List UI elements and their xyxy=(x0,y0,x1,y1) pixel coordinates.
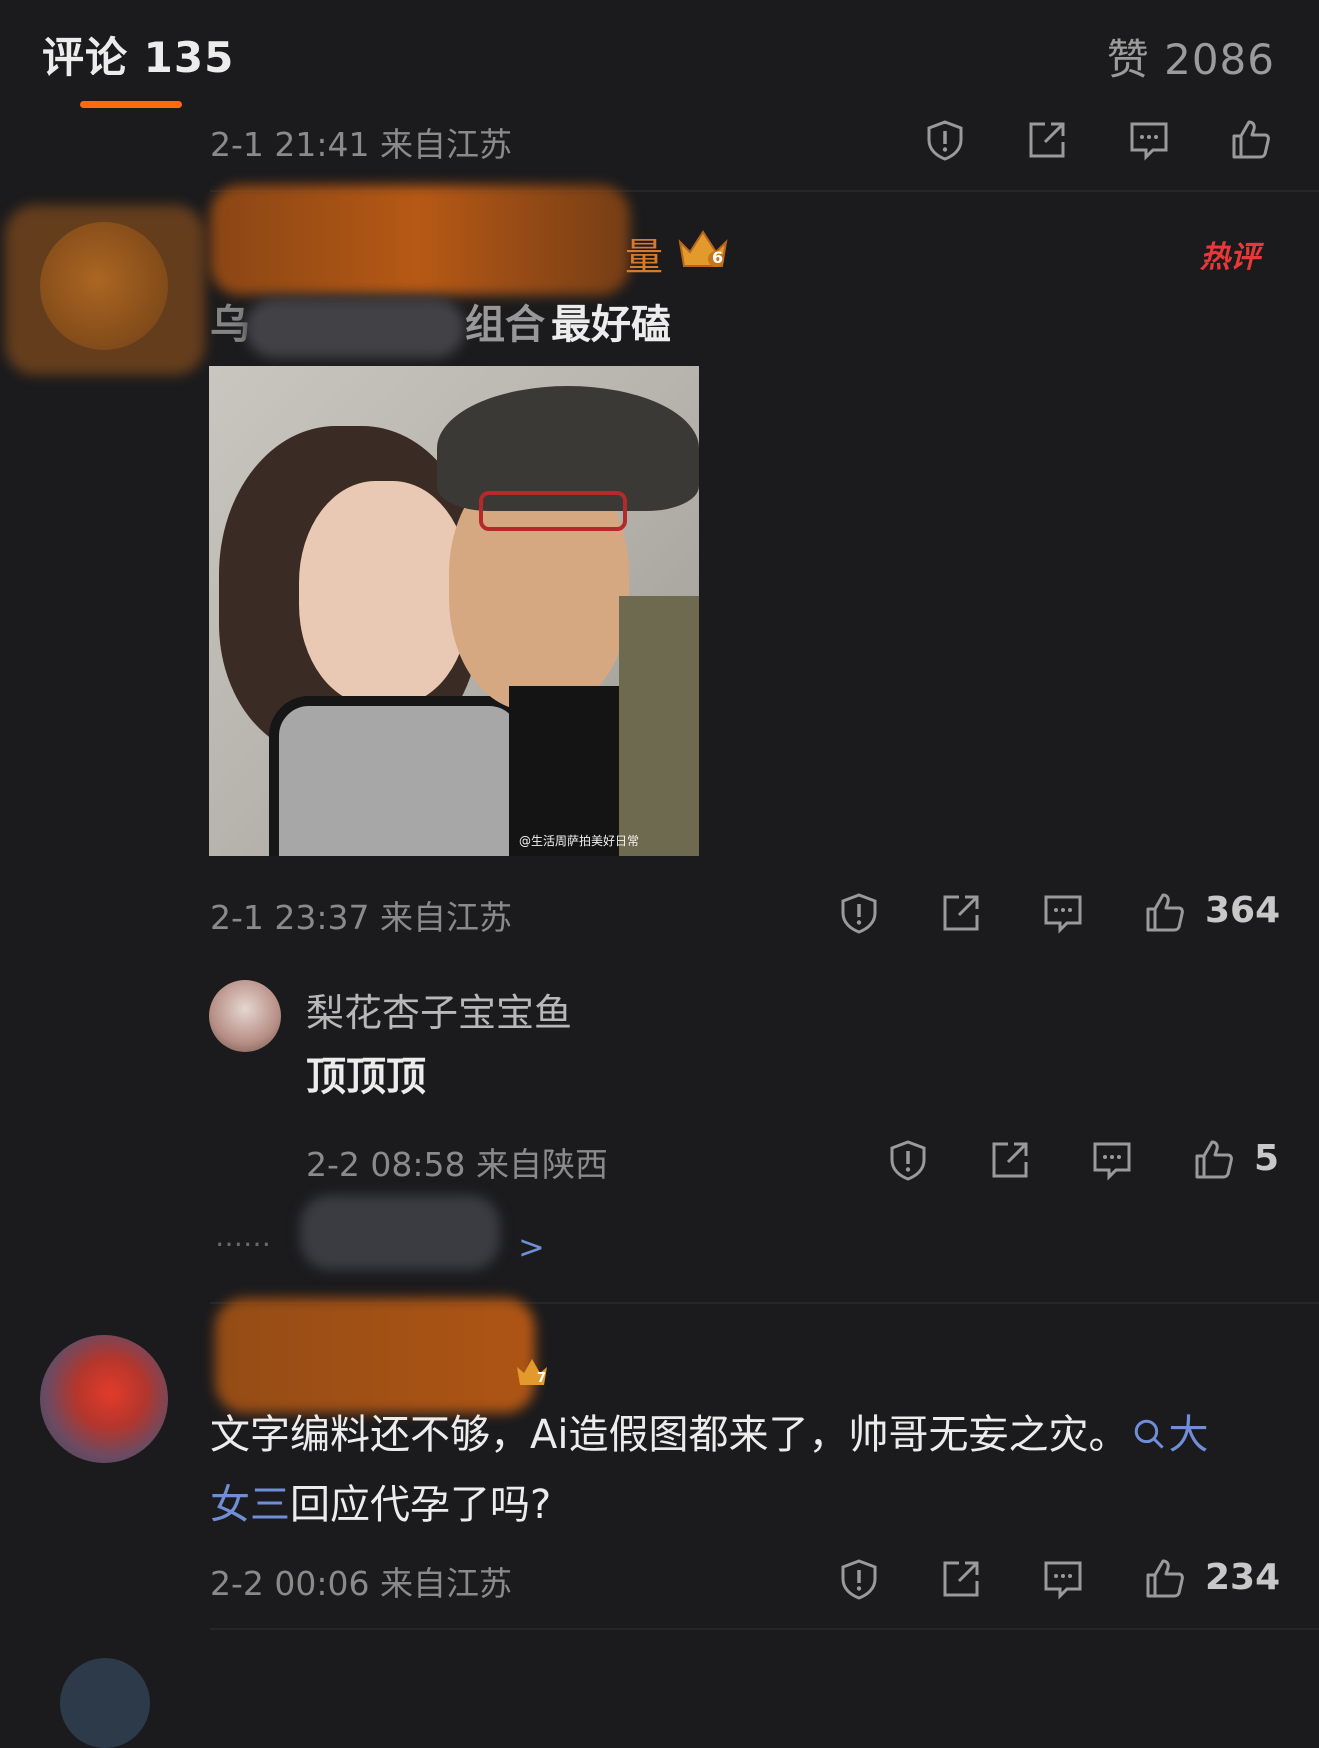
more-replies-dots: …… xyxy=(215,1220,271,1253)
report-button[interactable] xyxy=(884,1136,932,1184)
crown-level-icon: 7 xyxy=(515,1355,549,1389)
report-icon xyxy=(927,120,963,161)
level-number: 6 xyxy=(712,248,724,267)
like-count: 234 xyxy=(1205,1557,1281,1598)
redaction-scribble xyxy=(5,205,205,375)
reply-icon xyxy=(1044,1561,1082,1600)
comment-text-fragment: 乌 xyxy=(210,302,250,348)
jacket-shape xyxy=(619,596,699,856)
reply-button[interactable] xyxy=(1088,1136,1136,1184)
like-button[interactable] xyxy=(1190,1136,1238,1184)
shirt-shape xyxy=(269,696,529,856)
reply-button[interactable] xyxy=(1039,889,1087,937)
comment-text: 文字编料还不够，Ai造假图都来了，帅哥无妄之灾。 大女三回应代孕了吗? xyxy=(210,1400,1210,1540)
redaction-scribble xyxy=(300,1195,500,1270)
report-button[interactable] xyxy=(835,1555,883,1603)
report-icon xyxy=(890,1140,926,1181)
comment-text: 最好磕 xyxy=(551,302,671,348)
reply-button[interactable] xyxy=(1125,116,1173,164)
search-icon xyxy=(1135,1419,1165,1449)
comment-text-fragment: 组合 xyxy=(465,302,545,348)
reply-avatar[interactable] xyxy=(209,980,281,1052)
avatar[interactable] xyxy=(40,1335,168,1463)
reply-icon xyxy=(1044,895,1082,934)
like-icon xyxy=(1195,1140,1233,1179)
like-count: 5 xyxy=(1254,1138,1280,1179)
tab-active-indicator xyxy=(80,101,182,108)
comment-header: 评论 135 赞 2086 xyxy=(0,0,1319,115)
share-icon xyxy=(992,1142,1028,1178)
reply-username[interactable]: 梨花杏子宝宝鱼 xyxy=(306,982,572,1037)
share-icon xyxy=(943,895,979,931)
face-shape xyxy=(299,481,469,706)
crown-level-icon: 6 xyxy=(676,226,730,272)
redaction-scribble xyxy=(245,298,465,358)
report-button[interactable] xyxy=(921,116,969,164)
like-count: 364 xyxy=(1205,890,1281,931)
comment-text-body: 回应代孕了吗? xyxy=(290,1482,552,1528)
glasses-shape xyxy=(479,491,627,531)
reply-text: 顶顶顶 xyxy=(306,1054,426,1100)
divider xyxy=(210,1628,1319,1630)
reply-icon xyxy=(1093,1142,1131,1181)
comment-image[interactable]: @生活周萨拍美好日常 xyxy=(209,366,699,856)
tab-comments[interactable]: 评论 135 xyxy=(42,24,234,85)
more-replies-link[interactable]: > xyxy=(518,1228,545,1266)
avatar[interactable] xyxy=(60,1658,150,1748)
level-number: 7 xyxy=(537,1371,547,1386)
comment-meta: 2-2 00:06 来自江苏 xyxy=(210,1564,512,1603)
like-icon xyxy=(1146,893,1184,932)
report-icon xyxy=(841,1559,877,1600)
comment-meta: 2-1 21:41 来自江苏 xyxy=(210,125,512,164)
comment-meta: 2-1 23:37 来自江苏 xyxy=(210,898,512,937)
like-button[interactable] xyxy=(1227,116,1275,164)
share-button[interactable] xyxy=(937,1555,985,1603)
like-icon xyxy=(1232,120,1270,159)
like-button[interactable] xyxy=(1141,889,1189,937)
share-button[interactable] xyxy=(937,889,985,937)
share-icon xyxy=(1029,122,1065,158)
hot-badge: 热评 xyxy=(1200,240,1260,275)
report-button[interactable] xyxy=(835,889,883,937)
share-button[interactable] xyxy=(1023,116,1071,164)
share-icon xyxy=(943,1561,979,1597)
comment-text-body: 文字编料还不够，Ai造假图都来了，帅哥无妄之灾。 xyxy=(210,1412,1129,1458)
redaction-scribble xyxy=(210,185,630,295)
reply-meta: 2-2 08:58 来自陕西 xyxy=(306,1145,608,1184)
redaction-scribble xyxy=(215,1298,535,1413)
report-icon xyxy=(841,893,877,934)
tab-likes[interactable]: 赞 2086 xyxy=(1107,26,1275,87)
share-button[interactable] xyxy=(986,1136,1034,1184)
image-watermark: @生活周萨拍美好日常 xyxy=(519,834,640,848)
username-fragment: 量 xyxy=(625,235,664,279)
reply-button[interactable] xyxy=(1039,1555,1087,1603)
reply-icon xyxy=(1130,122,1168,161)
like-icon xyxy=(1146,1559,1184,1598)
like-button[interactable] xyxy=(1141,1555,1189,1603)
